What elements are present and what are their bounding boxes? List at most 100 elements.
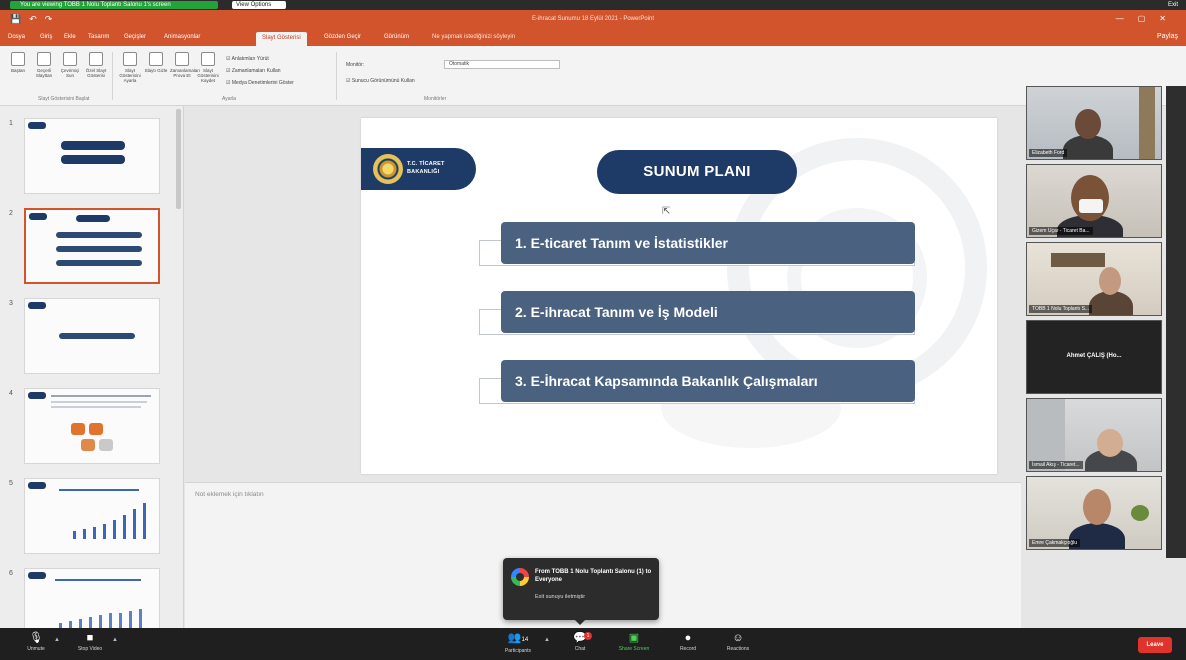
zoom-meeting-toolbar: 🎙 Unmute ▲ ■ Stop Video ▲ 👥14 Participan… (0, 628, 1186, 660)
chat-notification[interactable]: From TOBB 1 Nolu Toplantı Salonu (1) to … (503, 558, 659, 625)
thumb-shape (76, 215, 110, 222)
monitor-select[interactable]: Otomatik (444, 60, 560, 69)
participant-tile[interactable]: Emre Çakmakçıoğlu (1026, 476, 1162, 550)
sender-avatar-icon (511, 568, 529, 586)
background-frame (1051, 253, 1105, 267)
thumb-logo (28, 482, 46, 489)
reactions-smiley-icon: ☺ (732, 632, 744, 644)
thumb-shape (93, 527, 96, 539)
participant-tile[interactable]: TOBB 1 Nolu Toplantı S... (1026, 242, 1162, 316)
participants-options-chevron-icon[interactable]: ▲ (544, 637, 550, 643)
tab-home[interactable]: Giriş (40, 34, 52, 40)
tab-animations[interactable]: Animasyonlar (164, 34, 200, 40)
thumb-shape (61, 155, 125, 164)
play-narrations-checkbox[interactable]: ☑ Anlatımları Yürüt (226, 56, 269, 62)
stop-video-button[interactable]: ■ Stop Video (70, 632, 110, 653)
tab-file[interactable]: Dosya (8, 34, 25, 40)
record-button[interactable]: ● Record (674, 632, 702, 653)
audio-options-chevron-icon[interactable]: ▲ (54, 637, 60, 643)
exit-fullscreen-button[interactable]: Exit (1168, 1, 1178, 9)
participant-name: Ahmet ÇALIŞ (Ho... (1066, 353, 1122, 359)
slide-thumbnail-6[interactable] (24, 568, 160, 628)
thumb-shape (99, 615, 102, 628)
participant-tile[interactable]: İsmail Akış - Ticaret... (1026, 398, 1162, 472)
tab-review[interactable]: Gözden Geçir (324, 34, 361, 40)
slide-thumbnail-2[interactable] (24, 208, 160, 284)
current-slide[interactable]: T.C. TİCARET BAKANLIĞI SUNUM PLANI ⇱ 1. … (361, 118, 997, 474)
tab-insert[interactable]: Ekle (64, 34, 76, 40)
participants-button[interactable]: 👥14 Participants (496, 632, 540, 655)
tab-transitions[interactable]: Geçişler (124, 34, 146, 40)
thumb-logo (28, 302, 46, 309)
set-up-slide-show-button[interactable]: Slayt Gösterisini Ayarla (118, 52, 142, 83)
participant-name: Gizem Uçar - Ticaret Ba... (1029, 227, 1093, 235)
tell-me-search[interactable]: Ne yapmak istediğinizi söyleyin (432, 34, 515, 40)
minimize-icon[interactable]: — (1116, 14, 1124, 23)
chat-sender: From TOBB 1 Nolu Toplantı Salonu (1) to … (535, 569, 652, 583)
video-panel-scroll-strip (1166, 86, 1186, 558)
hide-slide-button[interactable]: Slaytı Gizle (144, 52, 168, 73)
unmute-button[interactable]: 🎙 Unmute (22, 632, 50, 653)
agenda-item-1[interactable]: 1. E-ticaret Tanım ve İstatistikler (479, 222, 915, 282)
present-online-button[interactable]: Çevrimiçi Sun (58, 52, 82, 78)
tab-view[interactable]: Görünüm (384, 34, 409, 40)
agenda-item-3[interactable]: 3. E-İhracat Kapsamında Bakanlık Çalışma… (479, 360, 915, 420)
from-beginning-button[interactable]: Baştan (6, 52, 30, 73)
participant-tile[interactable]: Gizem Uçar - Ticaret Ba... (1026, 164, 1162, 238)
rehearse-timings-button[interactable]: Zamanlamaları Prova Et (170, 52, 200, 78)
thumb-shape (139, 609, 142, 628)
custom-slide-show-button[interactable]: Özel Slayt Gösterisi (84, 52, 108, 78)
share-screen-button[interactable]: ▣ Share Screen (610, 632, 658, 653)
slide-thumbnail-3[interactable] (24, 298, 160, 374)
use-timings-checkbox[interactable]: ☑ Zamanlamaları Kullan (226, 68, 281, 74)
ribbon-separator (112, 52, 113, 100)
participant-tile[interactable]: Elizabeth Ford (1026, 86, 1162, 160)
thumb-shape (56, 246, 142, 252)
thumb-logo (28, 572, 46, 579)
view-options-button[interactable]: View Options (232, 1, 286, 9)
notes-placeholder: Not eklemek için tıklatın (195, 491, 264, 498)
thumb-shape (109, 613, 112, 628)
video-options-chevron-icon[interactable]: ▲ (112, 637, 118, 643)
slide-thumbnail-panel[interactable]: 1 2 3 4 5 6 (0, 106, 184, 628)
leave-meeting-button[interactable]: Leave (1138, 637, 1172, 653)
custom-show-icon (89, 52, 103, 66)
thumb-shape (51, 406, 141, 408)
presenter-view-checkbox[interactable]: ☑ Sunucu Görünümünü Kullan (346, 78, 415, 84)
screen-share-banner[interactable]: You are viewing TOBB 1 Nolu Toplantı Sal… (10, 1, 218, 9)
participant-name: İsmail Akış - Ticaret... (1029, 461, 1083, 469)
thumb-number: 4 (9, 390, 13, 397)
share-button[interactable]: Paylaş (1157, 33, 1178, 40)
agenda-item-2[interactable]: 2. E-ihracat Tanım ve İş Modeli (479, 291, 915, 351)
maximize-icon[interactable]: ▢ (1138, 14, 1146, 23)
tab-design[interactable]: Tasarım (88, 34, 109, 40)
show-media-controls-checkbox[interactable]: ☑ Medya Denetimlerini Göster (226, 80, 294, 86)
record-icon: ● (684, 632, 692, 644)
window-controls: — ▢ ✕ (1116, 14, 1166, 23)
participant-silhouette (1083, 489, 1111, 525)
ribbon: Baştan Geçerli Slayttan Çevrimiçi Sun Öz… (0, 46, 1186, 106)
record-slide-show-button[interactable]: Slayt Gösterisini Kaydet (196, 52, 220, 83)
from-current-slide-button[interactable]: Geçerli Slayttan (32, 52, 56, 78)
mouse-cursor-icon: ⇱ (662, 206, 671, 217)
thumb-number: 5 (9, 480, 13, 487)
thumbnail-scrollbar[interactable] (176, 109, 181, 209)
thumb-number: 6 (9, 570, 13, 577)
slide-thumbnail-1[interactable] (24, 118, 160, 194)
slide-title[interactable]: SUNUM PLANI (597, 150, 797, 194)
thumb-shape (59, 333, 135, 339)
reactions-button[interactable]: ☺ Reactions (718, 632, 758, 653)
thumb-shape (119, 613, 122, 628)
background-plant (1131, 505, 1149, 521)
slide-thumbnail-4[interactable] (24, 388, 160, 464)
thumb-shape (123, 515, 126, 539)
tab-slide-show[interactable]: Slayt Gösterisi (256, 32, 307, 46)
slide-thumbnail-5[interactable] (24, 478, 160, 554)
setup-icon (123, 52, 137, 66)
hide-slide-icon (149, 52, 163, 66)
close-icon[interactable]: ✕ (1159, 14, 1166, 23)
ministry-logo: T.C. TİCARET BAKANLIĞI (361, 148, 476, 190)
group-label-monitors: Monitörler (424, 96, 447, 102)
participant-tile[interactable]: Ahmet ÇALIŞ (Ho... (1026, 320, 1162, 394)
background-shelf (1139, 87, 1155, 159)
